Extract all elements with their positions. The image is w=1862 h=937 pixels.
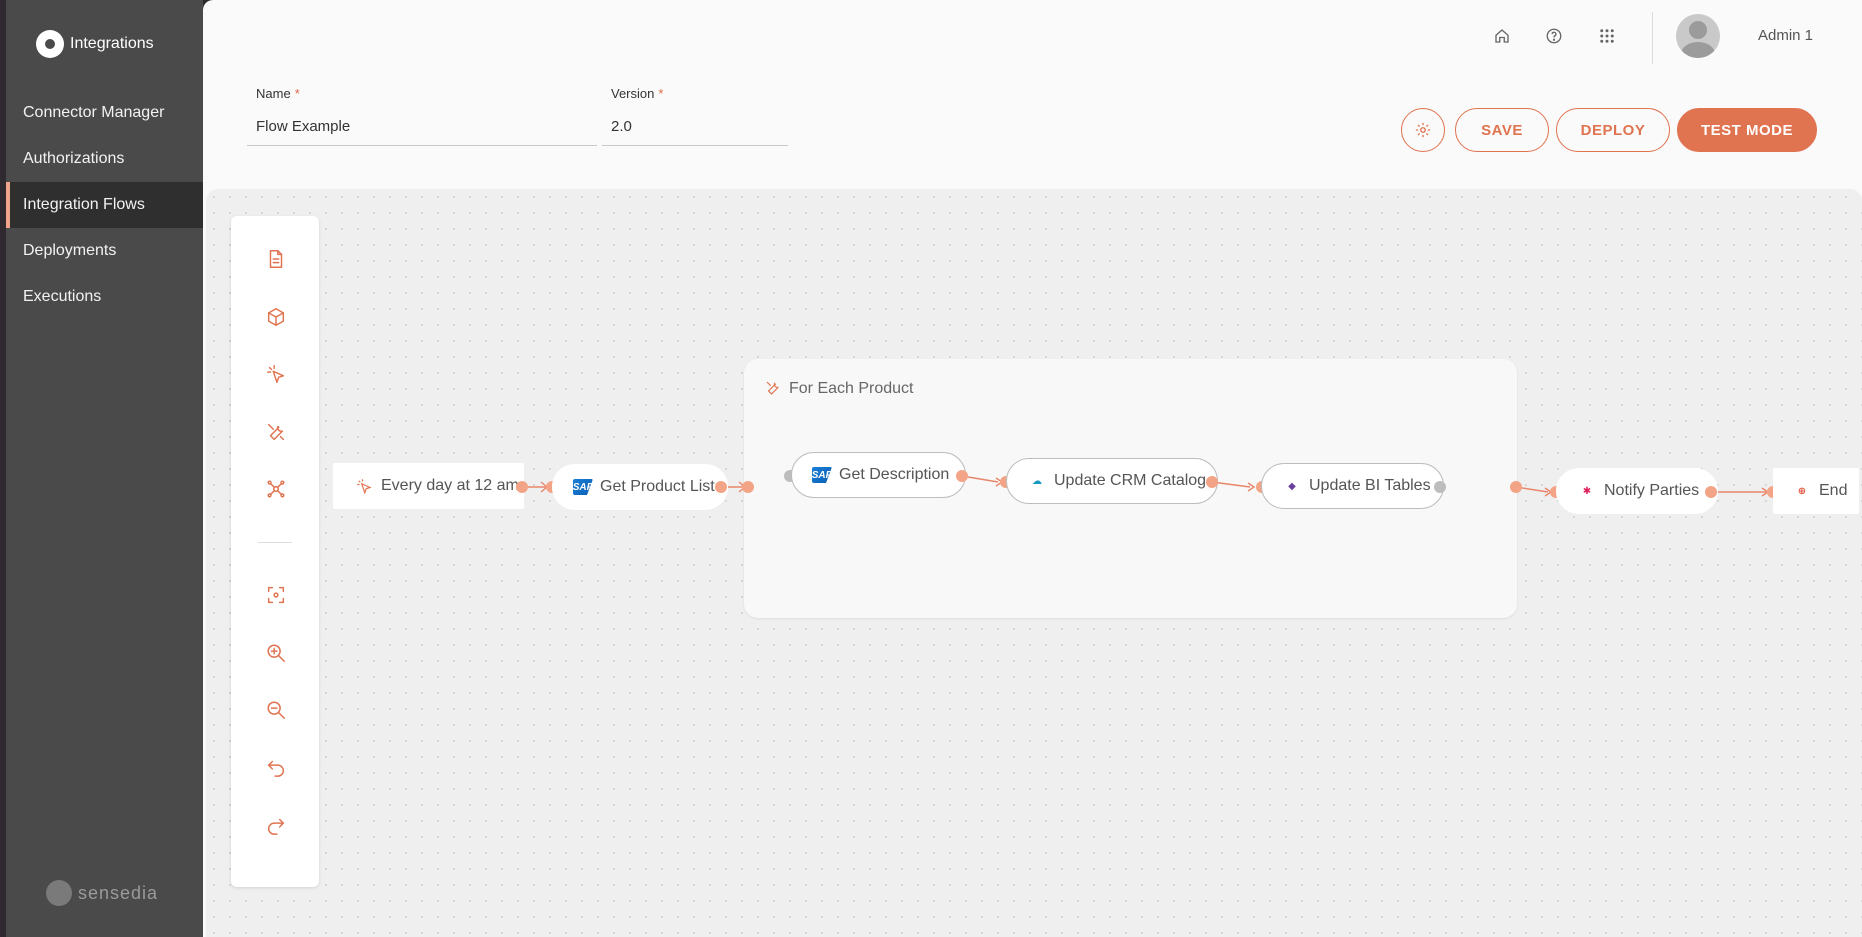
sap-icon: SAP [812, 467, 832, 483]
app-logo[interactable]: Integrations [36, 30, 154, 58]
version-label: Version * [611, 86, 664, 101]
notify-out-port[interactable] [1705, 486, 1717, 498]
plus-circle-icon: ⊕ [1797, 485, 1807, 497]
sidebar-item-integration-flows[interactable]: Integration Flows [6, 182, 203, 228]
home-icon[interactable] [1490, 24, 1514, 48]
tools-icon[interactable] [265, 421, 287, 443]
group-in-port[interactable] [742, 481, 754, 493]
notify-parties-label: Notify Parties [1604, 482, 1700, 499]
bi-icon: ◆ [1288, 480, 1296, 492]
zoom-in-icon[interactable] [265, 642, 287, 664]
name-input[interactable]: Flow Example [247, 118, 597, 146]
get-description-node[interactable]: SAP Get Description [791, 452, 966, 498]
name-label: Name * [256, 86, 300, 101]
update-crm-label: Update CRM Catalog [1054, 472, 1207, 489]
deploy-button[interactable]: DEPLOY [1556, 108, 1670, 152]
get-product-list-label: Get Product List [600, 478, 715, 495]
user-name[interactable]: Admin 1 [1758, 27, 1813, 44]
app-window: Integrations Connector Manager Authoriza… [0, 0, 1862, 937]
bi-out-port[interactable] [1434, 481, 1446, 493]
loop-tools-icon [764, 379, 782, 397]
sap-icon: SAP [573, 479, 593, 495]
help-icon[interactable] [1542, 24, 1566, 48]
redo-icon[interactable] [265, 814, 287, 836]
fit-view-icon[interactable] [265, 584, 287, 606]
sidebar-nav: Connector Manager Authorizations Integra… [6, 90, 203, 320]
update-bi-label: Update BI Tables [1309, 477, 1431, 494]
trigger-out-port[interactable] [516, 481, 528, 493]
trigger-icon[interactable] [265, 363, 287, 385]
salesforce-icon: ☁ [1032, 475, 1042, 487]
canvas-toolbar [231, 216, 319, 887]
sidebar-item-authorizations[interactable]: Authorizations [6, 136, 203, 182]
flow-canvas[interactable]: For Each Product Every day at 12 am SAP … [206, 189, 1862, 937]
toolbar-divider [258, 542, 292, 543]
sidebar: Integrations Connector Manager Authoriza… [0, 0, 203, 937]
slack-icon: ✱ [1582, 485, 1592, 497]
save-button[interactable]: SAVE [1455, 108, 1549, 152]
trigger-node[interactable]: Every day at 12 am [333, 463, 524, 509]
sensedia-logo-icon [46, 880, 72, 906]
brand-text: sensedia [78, 882, 159, 903]
undo-icon[interactable] [265, 756, 287, 778]
update-crm-node[interactable]: ☁ Update CRM Catalog [1006, 458, 1218, 504]
sidebar-item-executions[interactable]: Executions [6, 274, 203, 320]
notify-parties-node[interactable]: ✱ Notify Parties [1556, 468, 1718, 514]
trigger-icon [354, 478, 374, 495]
name-field: Name * Flow Example [247, 86, 597, 146]
product-list-out-port[interactable] [715, 481, 727, 493]
group-title: For Each Product [789, 380, 914, 397]
trigger-label: Every day at 12 am [381, 477, 519, 494]
version-field: Version * 2.0 [602, 86, 788, 146]
crm-out-port[interactable] [1206, 476, 1218, 488]
settings-button[interactable] [1401, 108, 1445, 152]
avatar[interactable] [1676, 14, 1720, 58]
integrations-logo-icon [36, 30, 64, 58]
brand-footer: sensedia [46, 880, 158, 906]
apps-grid-icon[interactable] [1595, 24, 1619, 48]
end-label: End [1819, 482, 1848, 499]
sidebar-item-connector-manager[interactable]: Connector Manager [6, 90, 203, 136]
app-logo-text: Integrations [70, 35, 154, 52]
main-area: Admin 1 Name * Flow Example Version * 2.0 … [203, 0, 1862, 937]
description-out-port[interactable] [956, 470, 968, 482]
test-mode-button[interactable]: TEST MODE [1677, 108, 1817, 152]
update-bi-node[interactable]: ◆ Update BI Tables [1261, 463, 1444, 509]
get-description-label: Get Description [839, 466, 950, 483]
sidebar-item-deployments[interactable]: Deployments [6, 228, 203, 274]
network-icon[interactable] [265, 478, 287, 500]
zoom-out-icon[interactable] [265, 699, 287, 721]
group-out-port[interactable] [1510, 481, 1522, 493]
gear-icon [1415, 122, 1431, 138]
version-input[interactable]: 2.0 [602, 118, 788, 146]
topbar-divider [1652, 12, 1653, 64]
end-node[interactable]: ⊕ End [1773, 468, 1859, 514]
cube-icon[interactable] [265, 306, 287, 328]
get-product-list-node[interactable]: SAP Get Product List [552, 464, 728, 510]
document-icon[interactable] [265, 248, 287, 270]
